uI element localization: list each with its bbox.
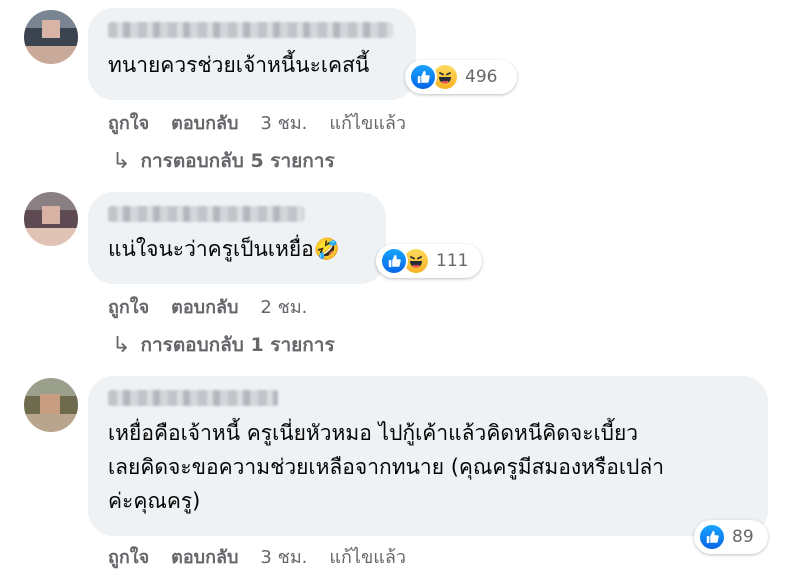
reactions-summary[interactable]: 111 bbox=[376, 244, 482, 278]
reply-button[interactable]: ตอบกลับ bbox=[171, 542, 238, 571]
comment-actions: ถูกใจ ตอบกลับ 2 ชม. bbox=[108, 292, 329, 321]
comment-text: ทนายควรช่วยเจ้าหนี้นะเคสนี้ bbox=[108, 53, 370, 77]
comment-bubble: แน่ใจนะว่าครูเป็นเหยื่อ🤣 bbox=[88, 192, 386, 284]
reply-arrow-icon: ↳ bbox=[112, 148, 131, 174]
reply-arrow-icon: ↳ bbox=[112, 332, 131, 358]
like-button[interactable]: ถูกใจ bbox=[108, 108, 149, 137]
comment-text: เหยื่อคือเจ้าหนี้ ครูเนี่ยหัวหมอ ไปกู้เค… bbox=[108, 421, 665, 513]
comment-text: แน่ใจนะว่าครูเป็นเหยื่อ🤣 bbox=[108, 237, 340, 261]
replies-label: การตอบกลับ 5 รายการ bbox=[140, 150, 335, 172]
replies-label: การตอบกลับ 1 รายการ bbox=[140, 334, 335, 356]
comment-bubble: เหยื่อคือเจ้าหนี้ ครูเนี่ยหัวหมอ ไปกู้เค… bbox=[88, 376, 768, 536]
author-name-blurred[interactable] bbox=[108, 206, 304, 222]
like-icon bbox=[409, 63, 437, 91]
like-button[interactable]: ถูกใจ bbox=[108, 542, 149, 571]
edited-label[interactable]: แก้ไขแล้ว bbox=[329, 108, 406, 137]
like-icon bbox=[698, 523, 726, 551]
timestamp[interactable]: 2 ชม. bbox=[260, 292, 307, 321]
view-replies-link[interactable]: ↳ การตอบกลับ 1 รายการ bbox=[112, 330, 335, 360]
reaction-count: 89 bbox=[732, 527, 754, 547]
reply-button[interactable]: ตอบกลับ bbox=[171, 292, 238, 321]
timestamp[interactable]: 3 ชม. bbox=[260, 542, 307, 571]
avatar[interactable] bbox=[24, 192, 78, 246]
comment-actions: ถูกใจ ตอบกลับ 3 ชม. แก้ไขแล้ว bbox=[108, 108, 428, 137]
avatar[interactable] bbox=[24, 378, 78, 432]
avatar[interactable] bbox=[24, 10, 78, 64]
author-name-blurred[interactable] bbox=[108, 390, 278, 406]
reaction-count: 496 bbox=[465, 67, 498, 87]
reply-button[interactable]: ตอบกลับ bbox=[171, 108, 238, 137]
like-icon bbox=[380, 247, 408, 275]
comment-bubble: ทนายควรช่วยเจ้าหนี้นะเคสนี้ bbox=[88, 8, 416, 100]
view-replies-link[interactable]: ↳ การตอบกลับ 5 รายการ bbox=[112, 146, 335, 176]
author-name-blurred[interactable] bbox=[108, 22, 393, 38]
edited-label[interactable]: แก้ไขแล้ว bbox=[329, 542, 406, 571]
comment-actions: ถูกใจ ตอบกลับ 3 ชม. แก้ไขแล้ว bbox=[108, 542, 428, 571]
reactions-summary[interactable]: 89 bbox=[694, 520, 768, 554]
reactions-summary[interactable]: 496 bbox=[405, 60, 517, 94]
timestamp[interactable]: 3 ชม. bbox=[260, 108, 307, 137]
like-button[interactable]: ถูกใจ bbox=[108, 292, 149, 321]
reaction-count: 111 bbox=[436, 251, 469, 271]
